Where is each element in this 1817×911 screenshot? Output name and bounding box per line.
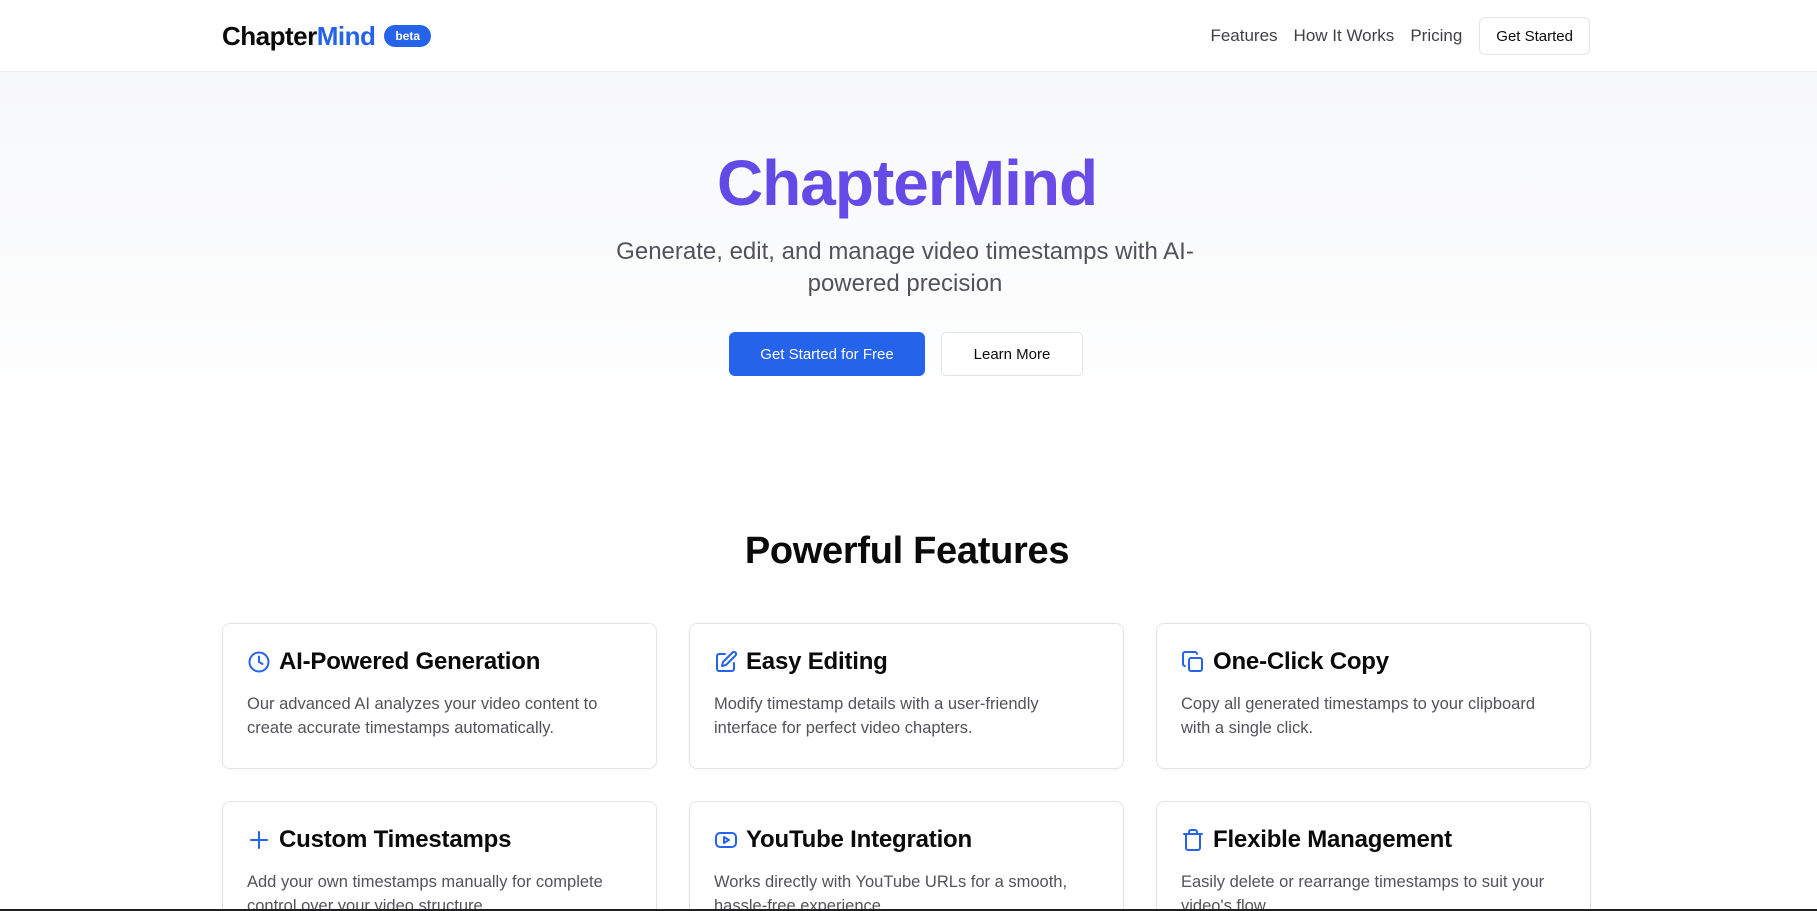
- nav-links: Features How It Works Pricing Get Starte…: [1210, 16, 1590, 56]
- feature-card-header: Easy Editing: [714, 646, 1099, 678]
- plus-icon: [247, 828, 271, 852]
- navbar: ChapterMind beta Features How It Works P…: [0, 0, 1817, 72]
- clock-icon: [247, 650, 271, 674]
- features-title: Powerful Features: [744, 530, 1070, 572]
- brand-name-main: Chapter: [222, 20, 317, 51]
- features-grid: AI-Powered Generation Our advanced AI an…: [222, 623, 1591, 909]
- feature-card-header: Custom Timestamps: [247, 824, 632, 856]
- trash-icon: [1181, 828, 1205, 852]
- feature-card-flexible-management: Flexible Management Easily delete or rea…: [1156, 801, 1591, 909]
- copy-icon: [1181, 650, 1205, 674]
- feature-description: Add your own timestamps manually for com…: [247, 873, 603, 909]
- learn-more-button[interactable]: Learn More: [941, 332, 1083, 376]
- feature-card-custom-timestamps: Custom Timestamps Add your own timestamp…: [222, 801, 657, 909]
- feature-title: Custom Timestamps: [279, 826, 512, 853]
- hero-buttons: Get Started for Free Learn More: [729, 332, 1083, 376]
- feature-title: One-Click Copy: [1213, 648, 1389, 675]
- nav-link-pricing[interactable]: Pricing: [1410, 26, 1462, 46]
- feature-card-easy-editing: Easy Editing Modify timestamp details wi…: [689, 623, 1124, 769]
- feature-card-ai-generation: AI-Powered Generation Our advanced AI an…: [222, 623, 657, 769]
- beta-badge: beta: [384, 25, 432, 47]
- get-started-button[interactable]: Get Started: [1479, 17, 1590, 55]
- feature-description: Works directly with YouTube URLs for a s…: [714, 873, 1068, 909]
- feature-description: Copy all generated timestamps to your cl…: [1181, 695, 1536, 737]
- feature-title: Flexible Management: [1213, 826, 1452, 853]
- feature-card-one-click-copy: One-Click Copy Copy all generated timest…: [1156, 623, 1591, 769]
- brand-name-accent: Mind: [316, 20, 376, 51]
- brand-name: ChapterMind: [222, 20, 376, 52]
- get-started-free-button[interactable]: Get Started for Free: [729, 332, 925, 376]
- hero-section: ChapterMind Generate, edit, and manage v…: [0, 72, 1817, 457]
- brand-logo[interactable]: ChapterMind beta: [222, 19, 432, 53]
- feature-description: Easily delete or rearrange timestamps to…: [1181, 873, 1545, 909]
- edit-icon: [714, 650, 738, 674]
- feature-card-header: One-Click Copy: [1181, 646, 1566, 678]
- hero-subtitle: Generate, edit, and manage video timesta…: [616, 238, 1194, 297]
- feature-title: YouTube Integration: [746, 826, 972, 853]
- feature-description: Modify timestamp details with a user-fri…: [714, 695, 1039, 737]
- nav-link-features[interactable]: Features: [1210, 26, 1277, 46]
- hero-title: ChapterMind: [0, 146, 1814, 220]
- feature-card-header: Flexible Management: [1181, 824, 1566, 856]
- feature-description: Our advanced AI analyzes your video cont…: [247, 695, 598, 737]
- feature-title: Easy Editing: [746, 648, 888, 675]
- feature-card-header: YouTube Integration: [714, 824, 1099, 856]
- feature-card-header: AI-Powered Generation: [247, 646, 632, 678]
- feature-card-youtube-integration: YouTube Integration Works directly with …: [689, 801, 1124, 909]
- feature-title: AI-Powered Generation: [279, 648, 541, 675]
- nav-link-how-it-works[interactable]: How It Works: [1294, 26, 1395, 46]
- page-viewport: ChapterMind beta Features How It Works P…: [0, 0, 1817, 909]
- youtube-icon: [714, 828, 738, 852]
